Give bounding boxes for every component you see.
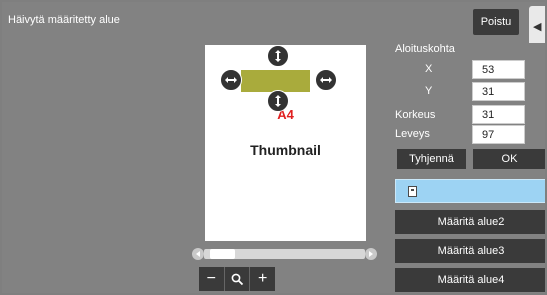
scrollbar-thumb[interactable] — [210, 249, 235, 259]
area3-button[interactable]: Määritä alue3 — [395, 239, 545, 263]
ok-button[interactable]: OK — [473, 149, 545, 169]
arrow-right-icon — [369, 251, 373, 257]
page-size-label: A4 — [277, 107, 294, 122]
close-button[interactable]: Poistu — [473, 9, 519, 35]
horizontal-arrows-icon — [320, 77, 332, 83]
arrow-left-icon — [196, 251, 200, 257]
vertical-arrows-icon — [275, 50, 281, 62]
selected-area[interactable] — [241, 70, 310, 92]
horizontal-scrollbar[interactable] — [192, 247, 377, 261]
x-label: X — [425, 63, 433, 75]
chevron-left-icon: ◀ — [533, 20, 542, 33]
scroll-right-button[interactable] — [365, 248, 377, 260]
area1-selector[interactable] — [395, 179, 545, 203]
preview-area: A4 Thumbnail − + — [2, 42, 388, 293]
top-resize-handle[interactable] — [267, 45, 289, 67]
width-label: Leveys — [395, 128, 430, 140]
magnifier-icon — [231, 273, 243, 285]
dialog-frame: Häivytä määritetty alue Poistu ◀ A4 Thum… — [2, 2, 545, 293]
side-panel-toggle[interactable]: ◀ — [529, 6, 545, 46]
zoom-reset-button[interactable] — [223, 267, 250, 291]
height-input[interactable]: 31 — [472, 105, 525, 124]
document-icon — [408, 186, 417, 197]
y-label: Y — [425, 85, 433, 97]
zoom-in-button[interactable]: + — [249, 267, 275, 291]
width-input[interactable]: 97 — [472, 125, 525, 144]
zoom-controls: − + — [199, 267, 275, 291]
start-position-label: Aloituskohta — [395, 43, 455, 55]
zoom-out-button[interactable]: − — [199, 267, 224, 291]
horizontal-arrows-icon — [225, 77, 237, 83]
x-input[interactable]: 53 — [472, 60, 525, 79]
vertical-arrows-icon — [275, 95, 281, 107]
height-label: Korkeus — [395, 109, 436, 121]
dialog-title: Häivytä määritetty alue — [8, 14, 120, 26]
area4-button[interactable]: Määritä alue4 — [395, 268, 545, 292]
bottom-resize-handle[interactable] — [267, 90, 289, 112]
settings-panel: Aloituskohta X 53 Y 31 Korkeus 31 Leveys… — [393, 43, 545, 293]
scroll-left-button[interactable] — [192, 248, 204, 260]
left-resize-handle[interactable] — [220, 69, 242, 91]
area2-button[interactable]: Määritä alue2 — [395, 210, 545, 234]
page-content-label: Thumbnail — [250, 142, 321, 158]
clear-button[interactable]: Tyhjennä — [397, 149, 466, 169]
y-input[interactable]: 31 — [472, 82, 525, 101]
right-resize-handle[interactable] — [315, 69, 337, 91]
